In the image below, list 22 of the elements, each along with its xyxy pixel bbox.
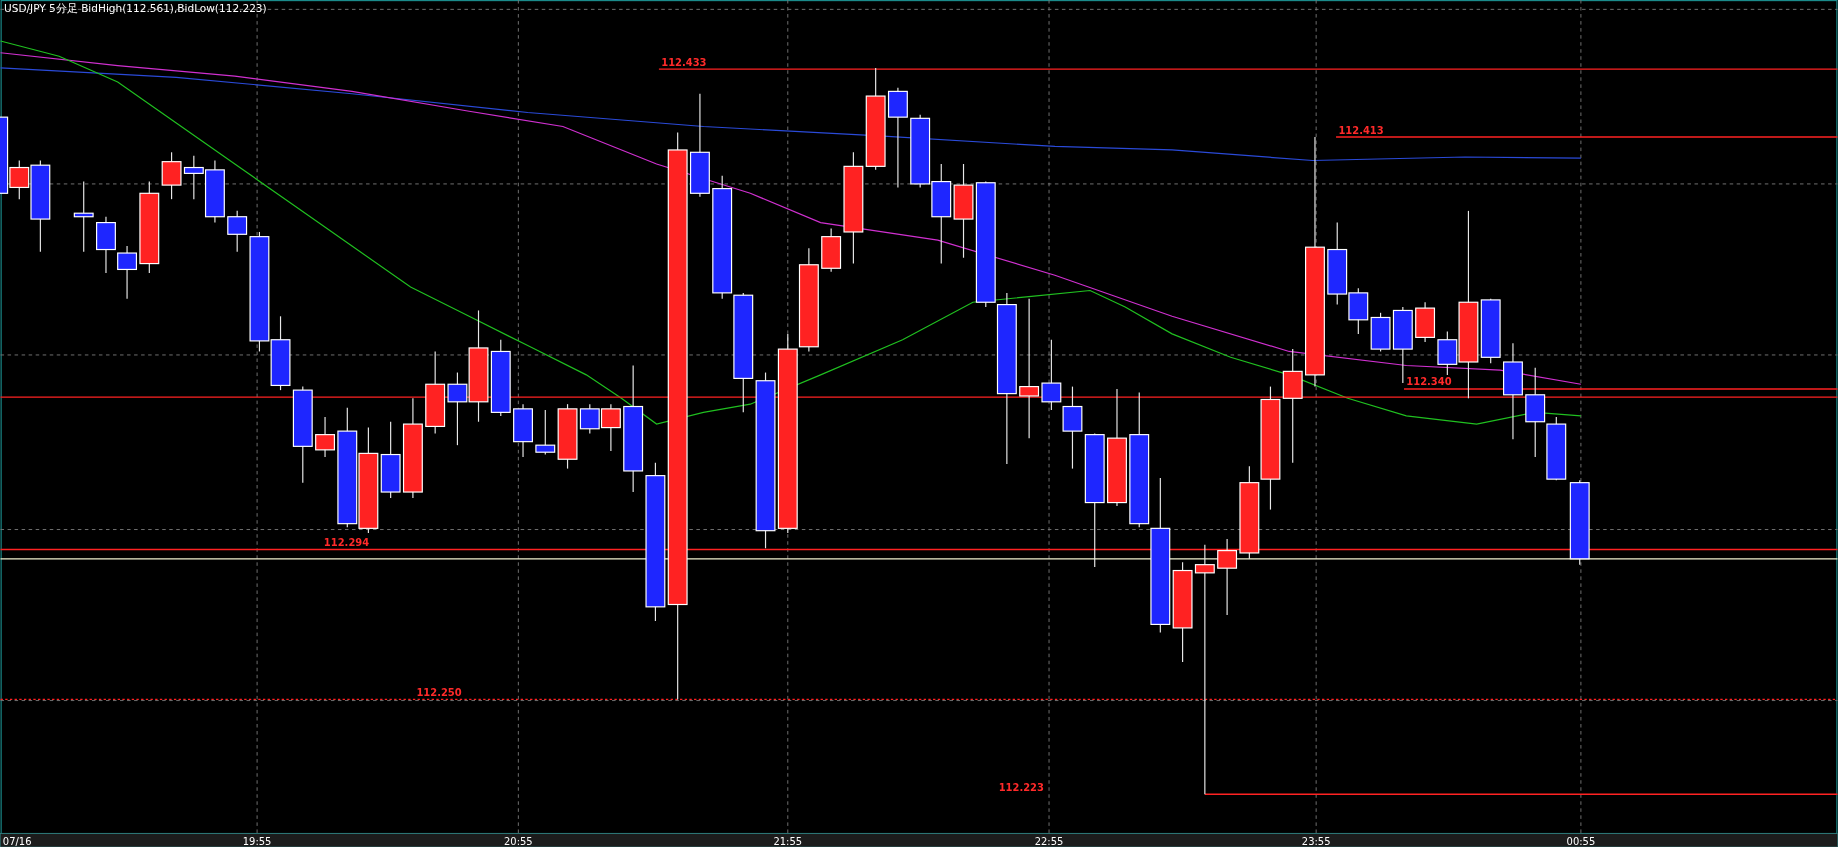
time-label: 19:55 bbox=[242, 835, 272, 847]
candlestick bbox=[315, 416, 335, 458]
time-label: 21:55 bbox=[773, 835, 803, 847]
time-label: 00:55 bbox=[1566, 835, 1596, 847]
time-label: 23:55 bbox=[1301, 835, 1331, 847]
price-label: 112.340 bbox=[1406, 376, 1452, 388]
candlestick bbox=[73, 181, 94, 253]
time-label: 22:55 bbox=[1034, 835, 1064, 847]
price-label: 112.433 bbox=[661, 56, 707, 68]
price-label: 112.250 bbox=[416, 686, 462, 698]
chart-title: USD/JPY 5分足 BidHigh(112.561),BidLow(112.223) bbox=[4, 2, 267, 15]
time-label: 20:55 bbox=[504, 835, 533, 847]
candlestick bbox=[1546, 416, 1567, 481]
candlestick bbox=[96, 216, 116, 274]
candlestick bbox=[513, 403, 533, 458]
candlestick bbox=[117, 245, 137, 300]
candlestick bbox=[535, 409, 556, 456]
candlestick bbox=[1415, 301, 1436, 343]
price-label: 112.223 bbox=[998, 781, 1044, 793]
time-label: 07/16 bbox=[2, 835, 32, 847]
price-label: 112.294 bbox=[323, 536, 370, 548]
price-label: 112.413 bbox=[1338, 124, 1384, 136]
